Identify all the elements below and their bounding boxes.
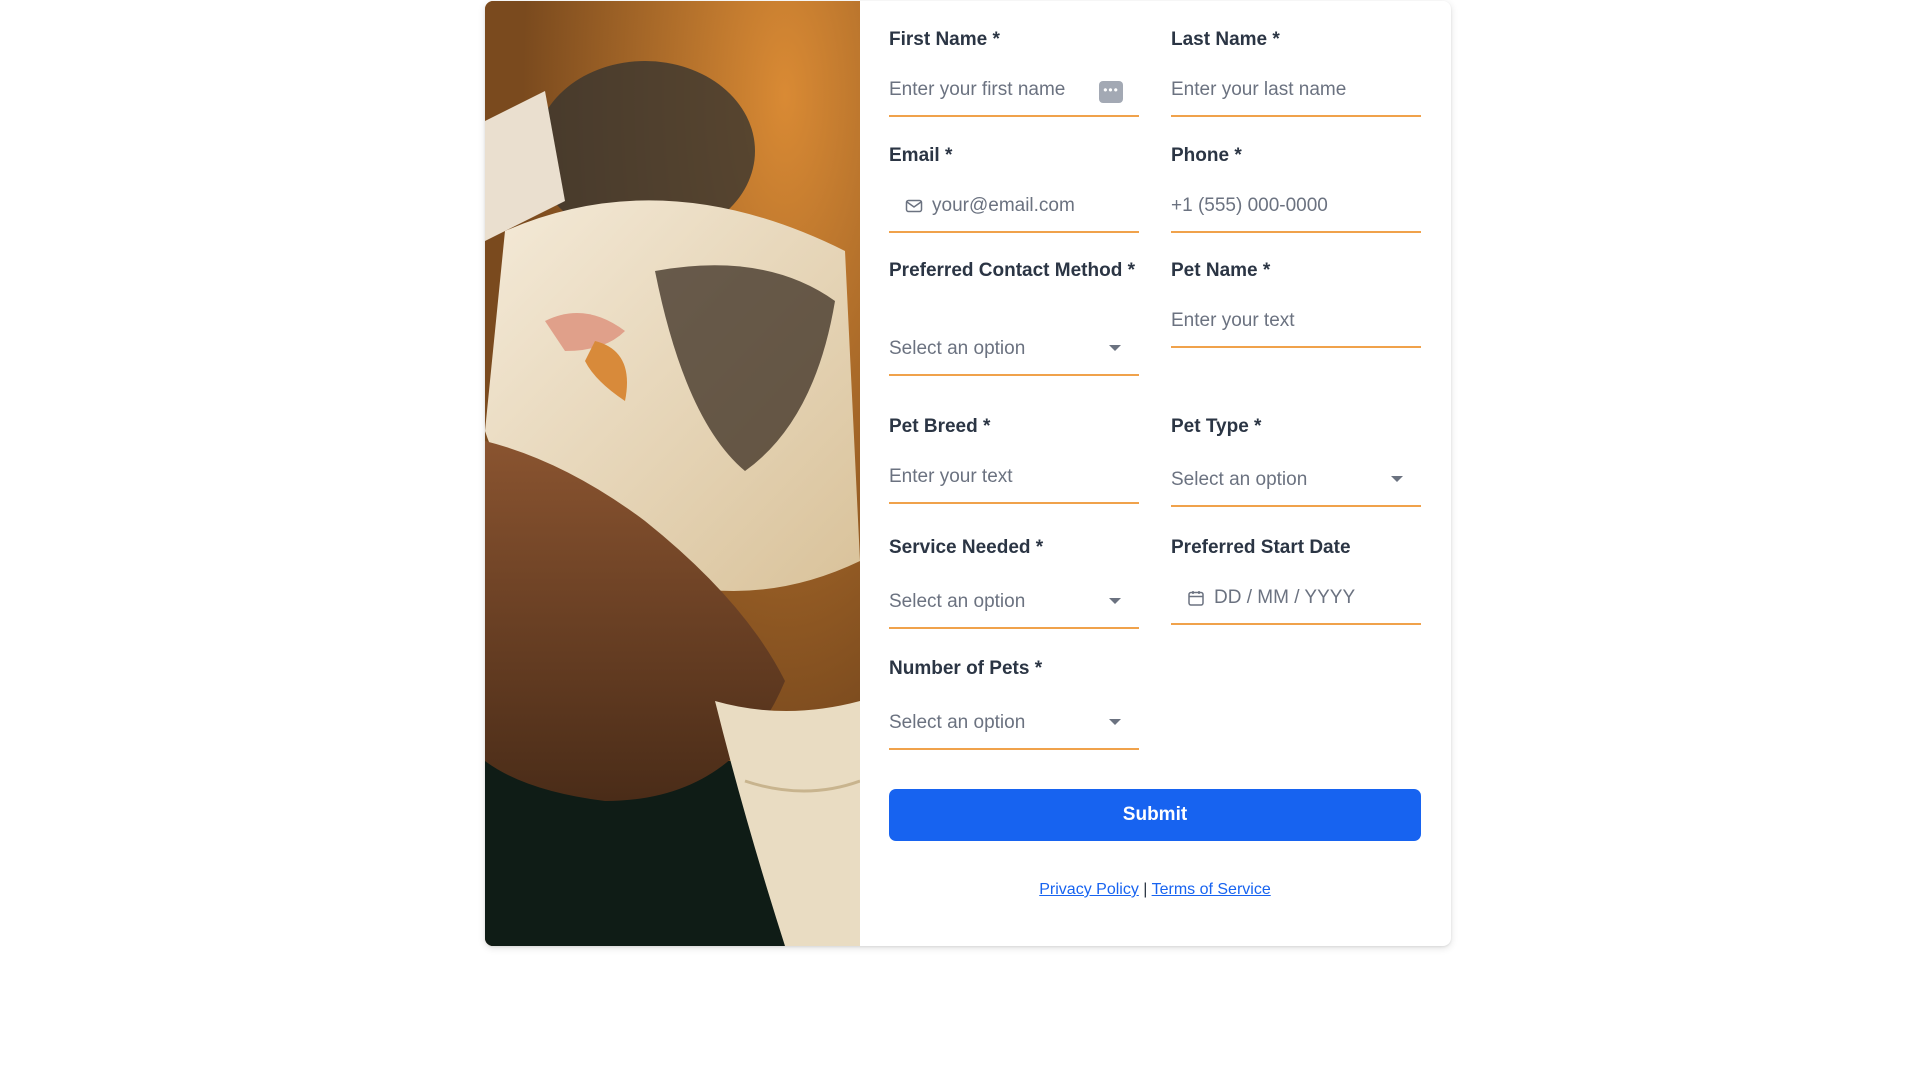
pet-type-label: Pet Type * <box>1171 416 1262 437</box>
last-name-input[interactable]: Enter your last name <box>1171 65 1421 117</box>
pet-service-form: First Name * Enter your first name ••• L… <box>860 1 1451 946</box>
pet-breed-placeholder: Enter your text <box>889 466 1013 487</box>
service-needed-placeholder: Select an option <box>889 591 1026 612</box>
start-date-input[interactable]: DD / MM / YYYY <box>1171 573 1421 625</box>
last-name-label: Last Name * <box>1171 29 1280 50</box>
last-name-field: Last Name * Enter your last name <box>1171 23 1421 117</box>
chevron-down-icon <box>1109 345 1121 351</box>
email-field: Email * your@email.com <box>889 139 1139 233</box>
pet-name-placeholder: Enter your text <box>1171 310 1295 331</box>
email-label: Email * <box>889 145 953 166</box>
contact-method-label: Preferred Contact Method * <box>889 260 1135 281</box>
first-name-label: First Name * <box>889 29 1000 50</box>
signup-card: First Name * Enter your first name ••• L… <box>485 1 1451 946</box>
footer-separator: | <box>1138 881 1152 898</box>
first-name-placeholder: Enter your first name <box>889 79 1066 100</box>
start-date-placeholder: DD / MM / YYYY <box>1214 587 1356 608</box>
pet-name-input[interactable]: Enter your text <box>1171 296 1421 348</box>
mail-icon <box>905 199 923 213</box>
footer-links: Privacy Policy | Terms of Service <box>889 881 1421 899</box>
calendar-icon <box>1188 591 1204 606</box>
phone-field: Phone * +1 (555) 000-0000 <box>1171 139 1421 233</box>
pet-type-placeholder: Select an option <box>1171 469 1308 490</box>
start-date-label: Preferred Start Date <box>1171 537 1351 558</box>
terms-of-service-link[interactable]: Terms of Service <box>1152 881 1271 898</box>
cat-photo <box>485 1 860 946</box>
contact-method-select[interactable]: Select an option <box>889 324 1139 376</box>
num-pets-field: Number of Pets * Select an option <box>889 652 1139 750</box>
pet-breed-field: Pet Breed * Enter your text <box>889 410 1139 504</box>
service-needed-label: Service Needed * <box>889 537 1044 558</box>
last-name-placeholder: Enter your last name <box>1171 79 1347 100</box>
num-pets-placeholder: Select an option <box>889 712 1026 733</box>
pet-type-field: Pet Type * Select an option <box>1171 410 1421 507</box>
cat-illustration <box>485 1 860 946</box>
chevron-down-icon <box>1391 476 1403 482</box>
service-needed-field: Service Needed * Select an option <box>889 531 1139 629</box>
pet-type-select[interactable]: Select an option <box>1171 455 1421 507</box>
service-needed-select[interactable]: Select an option <box>889 577 1139 629</box>
num-pets-select[interactable]: Select an option <box>889 698 1139 750</box>
contact-method-field: Preferred Contact Method * Select an opt… <box>889 254 1139 376</box>
first-name-field: First Name * Enter your first name ••• <box>889 23 1139 117</box>
first-name-input[interactable]: Enter your first name ••• <box>889 65 1139 117</box>
phone-input[interactable]: +1 (555) 000-0000 <box>1171 181 1421 233</box>
password-manager-icon[interactable]: ••• <box>1099 81 1123 103</box>
phone-label: Phone * <box>1171 145 1242 166</box>
privacy-policy-link[interactable]: Privacy Policy <box>1039 881 1139 898</box>
pet-breed-label: Pet Breed * <box>889 416 991 437</box>
start-date-field: Preferred Start Date DD / MM / YYYY <box>1171 531 1421 625</box>
pet-name-label: Pet Name * <box>1171 260 1271 281</box>
phone-placeholder: +1 (555) 000-0000 <box>1171 195 1328 216</box>
chevron-down-icon <box>1109 598 1121 604</box>
pet-name-field: Pet Name * Enter your text <box>1171 254 1421 348</box>
chevron-down-icon <box>1109 719 1121 725</box>
contact-method-placeholder: Select an option <box>889 338 1026 359</box>
pet-breed-input[interactable]: Enter your text <box>889 452 1139 504</box>
submit-button[interactable]: Submit <box>889 789 1421 841</box>
email-input[interactable]: your@email.com <box>889 181 1139 233</box>
email-placeholder: your@email.com <box>932 195 1075 216</box>
num-pets-label: Number of Pets * <box>889 658 1043 679</box>
